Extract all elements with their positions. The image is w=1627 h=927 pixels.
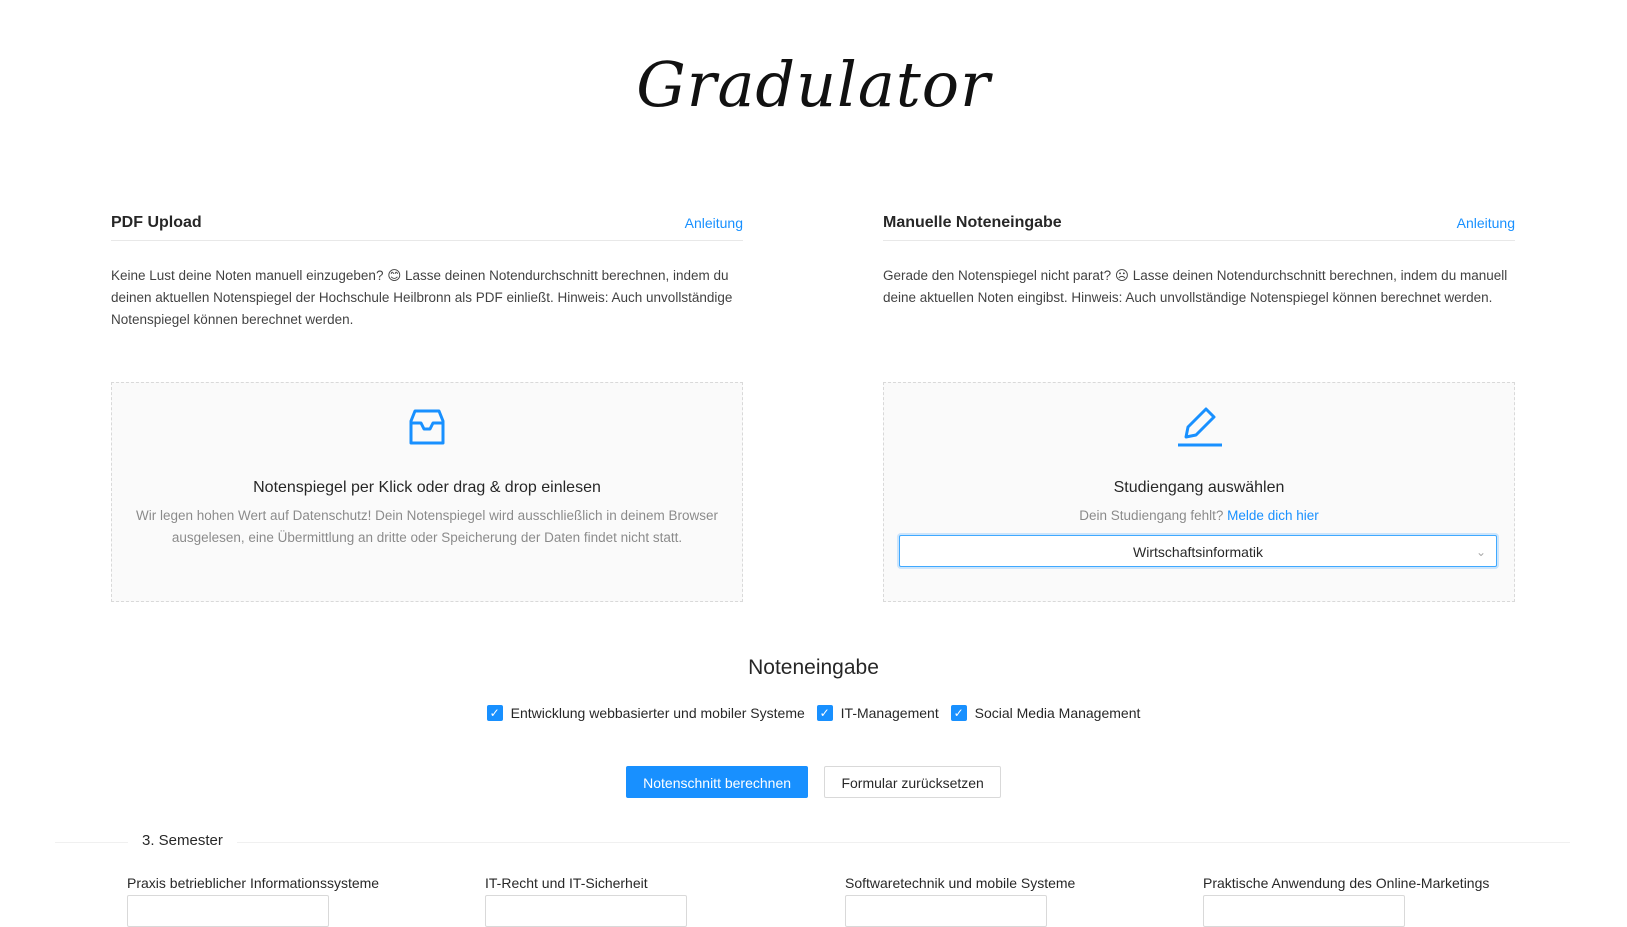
inbox-icon	[409, 409, 445, 445]
checkbox-label: Entwicklung webbasierter und mobiler Sys…	[510, 705, 805, 721]
checkbox-checked-icon: ✓	[486, 705, 503, 721]
pdf-upload-card: PDF Upload Anleitung Keine Lust deine No…	[111, 196, 743, 602]
checkbox-label: IT-Management	[840, 705, 939, 721]
hint-text: Dein Studiengang fehlt?	[1079, 508, 1224, 523]
checkbox-label: Social Media Management	[974, 705, 1141, 721]
edit-icon	[1178, 407, 1222, 447]
card-title: Manuelle Noteneingabe	[883, 214, 1062, 231]
card-header: Manuelle Noteneingabe Anleitung	[883, 196, 1515, 241]
checkbox-social-media[interactable]: ✓ Social Media Management	[950, 705, 1141, 721]
dropzone-hint: Wir legen hohen Wert auf Datenschutz! De…	[135, 508, 719, 545]
field-label: Praktische Anwendung des Online-Marketin…	[1203, 875, 1490, 891]
manual-input-card: Manuelle Noteneingabe Anleitung Gerade d…	[883, 196, 1515, 602]
checkbox-it-management[interactable]: ✓ IT-Management	[816, 705, 939, 721]
semester-divider	[55, 842, 1570, 843]
study-program-panel: Studiengang auswählen Dein Studiengang f…	[883, 382, 1515, 602]
section-title: Noteneingabe	[748, 656, 879, 679]
pdf-dropzone[interactable]: Notenspiegel per Klick oder drag & drop …	[111, 382, 743, 602]
grade-input[interactable]	[127, 895, 329, 927]
grade-input[interactable]	[485, 895, 687, 927]
grade-input[interactable]	[1203, 895, 1405, 927]
card-description: Keine Lust deine Noten manuell einzugebe…	[111, 268, 733, 327]
select-value: Wirtschaftsinformatik	[1133, 544, 1263, 560]
checkbox-web-systems[interactable]: ✓ Entwicklung webbasierter und mobiler S…	[486, 705, 805, 721]
major-checkbox-group: ✓ Entwicklung webbasierter und mobiler S…	[0, 704, 1627, 721]
pdf-instructions-link[interactable]: Anleitung	[685, 215, 743, 231]
study-program-select[interactable]: Wirtschaftsinformatik ⌄	[899, 535, 1497, 567]
card-description: Gerade den Notenspiegel nicht parat? ☹ L…	[883, 268, 1508, 305]
study-program-title: Studiengang auswählen	[1113, 479, 1285, 496]
dropzone-title: Notenspiegel per Klick oder drag & drop …	[253, 479, 601, 496]
field-label: Softwaretechnik und mobile Systeme	[845, 875, 1076, 891]
checkbox-checked-icon: ✓	[816, 705, 833, 721]
card-title: PDF Upload	[111, 214, 202, 231]
study-program-hint: Dein Studiengang fehlt? Melde dich hier	[892, 505, 1506, 527]
chevron-down-icon: ⌄	[1475, 545, 1486, 559]
field-label: IT-Recht und IT-Sicherheit	[485, 875, 648, 891]
semester-label: 3. Semester	[128, 832, 237, 849]
grade-input[interactable]	[845, 895, 1047, 927]
manual-instructions-link[interactable]: Anleitung	[1457, 215, 1515, 231]
reset-button[interactable]: Formular zurücksetzen	[824, 766, 1001, 798]
action-buttons: Notenschnitt berechnen Formular zurückse…	[0, 766, 1627, 798]
app-logo: Gradulator	[636, 48, 991, 121]
field-label: Praxis betrieblicher Informationssysteme	[127, 875, 380, 891]
checkbox-checked-icon: ✓	[950, 705, 967, 721]
card-header: PDF Upload Anleitung	[111, 196, 743, 241]
report-program-link[interactable]: Melde dich hier	[1227, 508, 1319, 523]
calculate-button[interactable]: Notenschnitt berechnen	[626, 766, 809, 798]
